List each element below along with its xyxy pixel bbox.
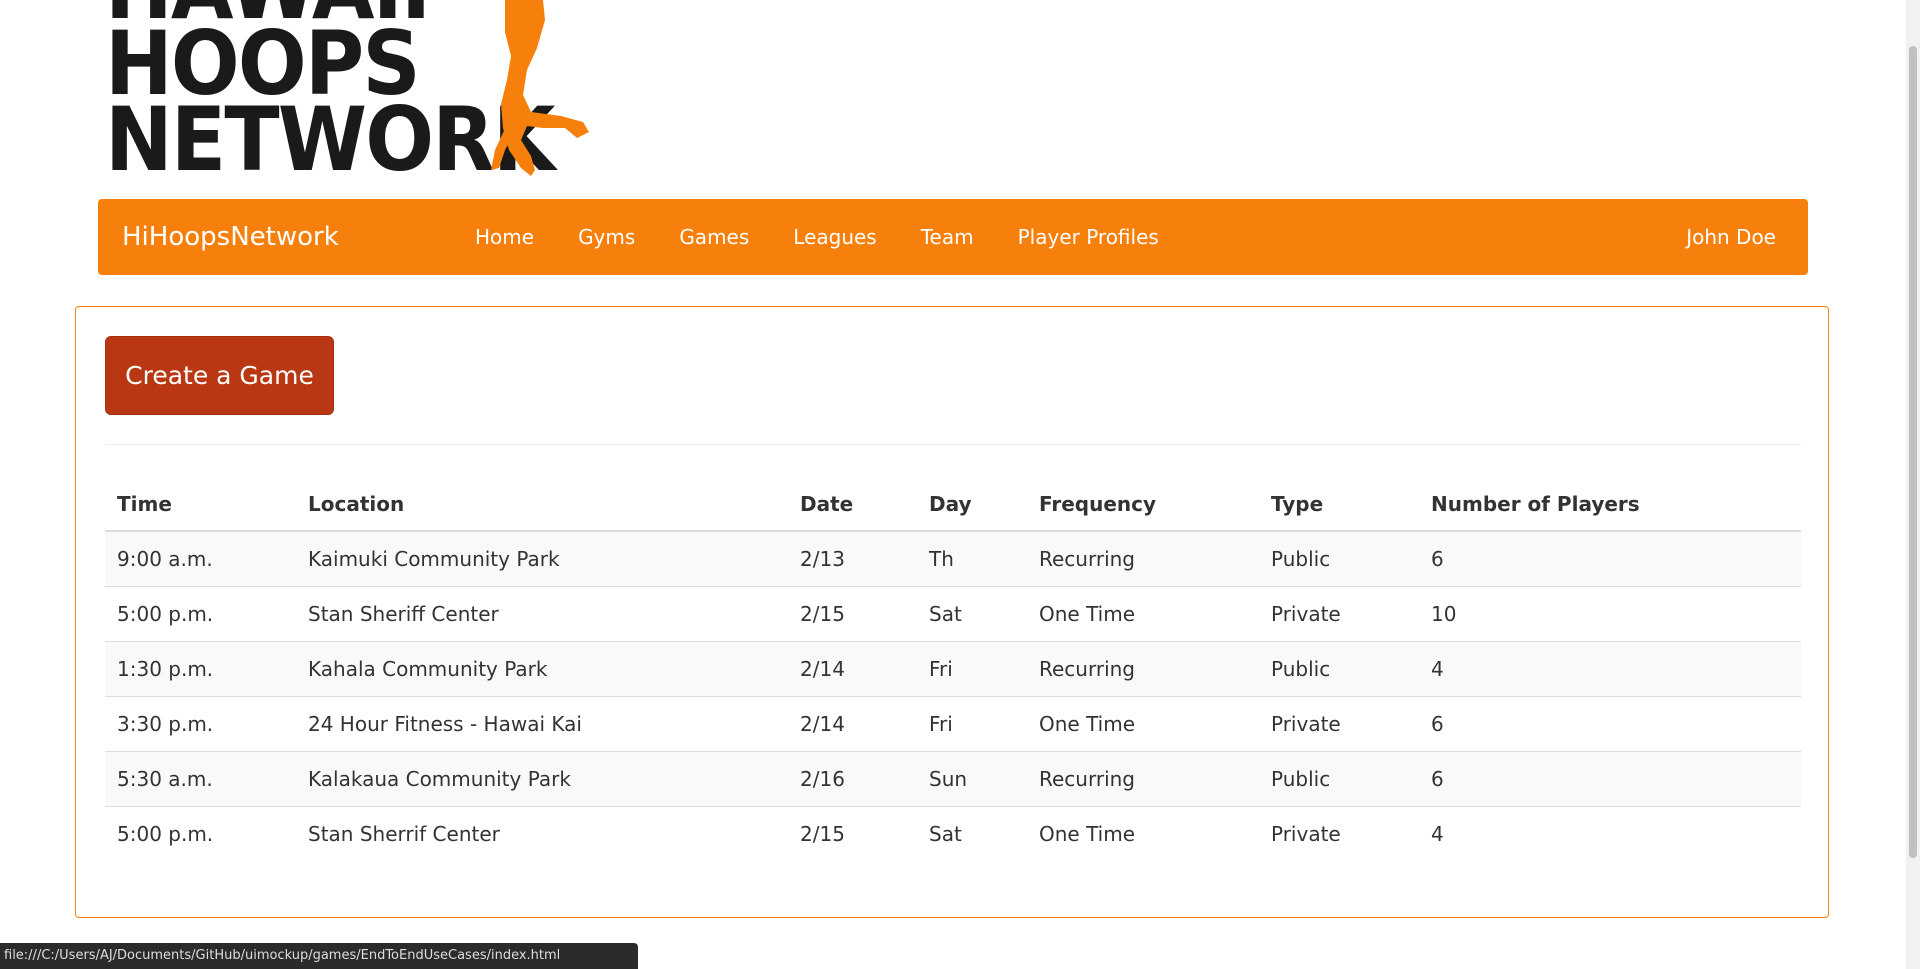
cell-number-of-players: 6 [1419, 530, 1801, 587]
cell-number-of-players: 6 [1419, 696, 1801, 752]
cell-type: Public [1259, 751, 1419, 807]
cell-date: 2/14 [788, 696, 917, 752]
header-number-of-players: Number of Players [1419, 477, 1801, 532]
nav-links: Home Gyms Games Leagues Team Player Prof… [453, 199, 1181, 275]
header-location: Location [296, 477, 788, 532]
cell-time: 3:30 p.m. [105, 696, 296, 752]
cell-day: Fri [917, 696, 1027, 752]
page-scrollbar[interactable] [1906, 0, 1920, 969]
cell-type: Private [1259, 806, 1419, 861]
basketball-player-logo-icon [491, 0, 589, 176]
games-table-body: 9:00 a.m. Kaimuki Community Park 2/13 Th Rec… [105, 530, 1801, 861]
nav-link-home[interactable]: Home [453, 199, 556, 275]
header-date: Date [788, 477, 917, 532]
cell-frequency: Recurring [1027, 641, 1259, 697]
cell-time: 5:30 a.m. [105, 751, 296, 807]
cell-frequency: Recurring [1027, 530, 1259, 587]
nav-link-player-profiles[interactable]: Player Profiles [996, 199, 1181, 275]
cell-time: 5:00 p.m. [105, 586, 296, 642]
cell-date: 2/16 [788, 751, 917, 807]
main-navbar: HiHoopsNetwork Home Gyms Games Leagues T… [98, 199, 1808, 275]
table-row: 5:00 p.m. Stan Sheriff Center 2/15 Sat One T… [105, 586, 1801, 642]
create-game-button[interactable]: Create a Game [105, 336, 334, 415]
cell-location: Kalakaua Community Park [296, 751, 788, 807]
games-panel: Create a Game Time Location Date Day Fre… [75, 306, 1829, 918]
nav-link-gyms[interactable]: Gyms [556, 199, 657, 275]
cell-frequency: Recurring [1027, 751, 1259, 807]
cell-date: 2/14 [788, 641, 917, 697]
cell-type: Private [1259, 696, 1419, 752]
header-frequency: Frequency [1027, 477, 1259, 532]
table-row: 5:00 p.m. Stan Sherrif Center 2/15 Sat One T… [105, 806, 1801, 861]
cell-location: 24 Hour Fitness - Hawai Kai [296, 696, 788, 752]
header-type: Type [1259, 477, 1419, 532]
cell-type: Private [1259, 586, 1419, 642]
cell-number-of-players: 6 [1419, 751, 1801, 807]
table-row: 9:00 a.m. Kaimuki Community Park 2/13 Th Rec… [105, 530, 1801, 587]
cell-time: 1:30 p.m. [105, 641, 296, 697]
cell-day: Th [917, 530, 1027, 587]
divider [105, 444, 1801, 445]
cell-location: Stan Sherrif Center [296, 806, 788, 861]
browser-status-bar: file:///C:/Users/AJ/Documents/GitHub/uim… [0, 943, 638, 969]
cell-location: Stan Sheriff Center [296, 586, 788, 642]
table-row: 5:30 a.m. Kalakaua Community Park 2/16 Sun R… [105, 751, 1801, 807]
nav-link-leagues[interactable]: Leagues [771, 199, 898, 275]
table-row: 1:30 p.m. Kahala Community Park 2/14 Fri Rec… [105, 641, 1801, 697]
cell-day: Sat [917, 586, 1027, 642]
cell-number-of-players: 10 [1419, 586, 1801, 642]
cell-day: Sat [917, 806, 1027, 861]
games-table: Time Location Date Day Frequency Type Nu… [105, 477, 1801, 861]
cell-frequency: One Time [1027, 586, 1259, 642]
cell-time: 5:00 p.m. [105, 806, 296, 861]
header-time: Time [105, 477, 296, 532]
cell-type: Public [1259, 641, 1419, 697]
cell-location: Kahala Community Park [296, 641, 788, 697]
cell-date: 2/15 [788, 586, 917, 642]
nav-link-team[interactable]: Team [899, 199, 996, 275]
navbar-brand[interactable]: HiHoopsNetwork [122, 199, 339, 275]
scrollbar-thumb[interactable] [1909, 46, 1917, 858]
cell-date: 2/15 [788, 806, 917, 861]
nav-link-games[interactable]: Games [657, 199, 771, 275]
cell-date: 2/13 [788, 530, 917, 587]
table-header-row: Time Location Date Day Frequency Type Nu… [105, 477, 1801, 532]
cell-day: Sun [917, 751, 1027, 807]
cell-number-of-players: 4 [1419, 806, 1801, 861]
header-day: Day [917, 477, 1027, 532]
cell-day: Fri [917, 641, 1027, 697]
cell-time: 9:00 a.m. [105, 530, 296, 587]
cell-location: Kaimuki Community Park [296, 530, 788, 587]
table-row: 3:30 p.m. 24 Hour Fitness - Hawai Kai 2/14… [105, 696, 1801, 752]
cell-frequency: One Time [1027, 696, 1259, 752]
cell-number-of-players: 4 [1419, 641, 1801, 697]
site-logo: HAWAII HOOPS NETWORK [105, 0, 595, 196]
cell-type: Public [1259, 530, 1419, 587]
nav-user-menu[interactable]: John Doe [1676, 199, 1786, 275]
cell-frequency: One Time [1027, 806, 1259, 861]
